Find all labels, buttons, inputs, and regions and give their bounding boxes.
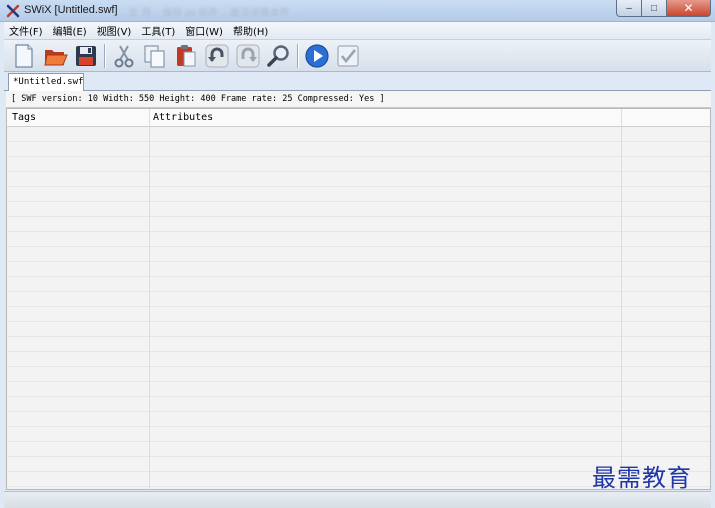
- undo-icon: [205, 44, 228, 67]
- app-logo-icon: [6, 4, 20, 18]
- menu-window[interactable]: 窗口(W): [180, 23, 228, 38]
- new-button[interactable]: [9, 41, 38, 70]
- paste-button[interactable]: [171, 41, 200, 70]
- copy-button[interactable]: [140, 41, 169, 70]
- tags-table[interactable]: Tags Attributes: [6, 108, 711, 490]
- validate-check-icon: [336, 44, 359, 67]
- close-button[interactable]: ✕: [667, 0, 711, 17]
- undo-button[interactable]: [202, 41, 231, 70]
- menu-view[interactable]: 视图(V): [92, 23, 137, 38]
- tab-untitled-swf[interactable]: *Untitled.swf: [8, 73, 84, 91]
- find-magnifier-icon: [266, 44, 289, 67]
- maximize-icon: □: [650, 2, 658, 14]
- find-button[interactable]: [264, 41, 293, 70]
- menu-help[interactable]: 帮助(H): [228, 23, 273, 38]
- watermark-text: 最需教育: [592, 464, 692, 492]
- paste-icon: [176, 44, 195, 66]
- toolbar-separator: [104, 43, 105, 68]
- validate-button[interactable]: [333, 41, 362, 70]
- column-header-tags[interactable]: Tags: [12, 112, 36, 123]
- column-header-attributes[interactable]: Attributes: [153, 112, 213, 123]
- title-bar[interactable]: SWiX [Untitled.swf] ...文 月 ...保存 ps 标件 .…: [0, 0, 715, 22]
- background-window-title: ...文 月 ...保存 ps 标件 ...激活详情本件 ...: [120, 8, 301, 19]
- toolbar-separator: [297, 43, 298, 68]
- status-bar: [4, 491, 711, 508]
- close-icon: ✕: [683, 1, 694, 15]
- window-title: SWiX [Untitled.swf]: [24, 4, 118, 16]
- new-document-icon: [14, 43, 33, 68]
- document-tab-strip: *Untitled.swf: [4, 72, 711, 91]
- save-disk-icon: [75, 45, 96, 66]
- open-button[interactable]: [40, 41, 69, 70]
- play-button[interactable]: [302, 41, 331, 70]
- open-folder-icon: [43, 49, 68, 65]
- copy-icon: [143, 44, 165, 68]
- play-icon: [304, 43, 329, 68]
- save-button[interactable]: [71, 41, 100, 70]
- menu-edit[interactable]: 编辑(E): [48, 23, 92, 38]
- menu-file[interactable]: 文件(F): [4, 23, 48, 38]
- menu-tools[interactable]: 工具(T): [136, 23, 180, 38]
- cut-scissors-icon: [114, 45, 133, 67]
- redo-button[interactable]: [233, 41, 262, 70]
- swf-info-line: [ SWF version: 10 Width: 550 Height: 400…: [6, 91, 711, 108]
- table-header: Tags Attributes: [7, 109, 710, 127]
- minimize-icon: –: [626, 2, 632, 14]
- redo-icon: [236, 44, 259, 67]
- maximize-button[interactable]: □: [642, 0, 667, 17]
- toolbar: [4, 39, 711, 72]
- cut-button[interactable]: [109, 41, 138, 70]
- column-divider[interactable]: [621, 109, 622, 489]
- menu-bar: 文件(F) 编辑(E) 视图(V) 工具(T) 窗口(W) 帮助(H): [4, 22, 711, 39]
- minimize-button[interactable]: –: [616, 0, 642, 17]
- column-divider[interactable]: [149, 109, 150, 489]
- table-rows: [7, 127, 710, 489]
